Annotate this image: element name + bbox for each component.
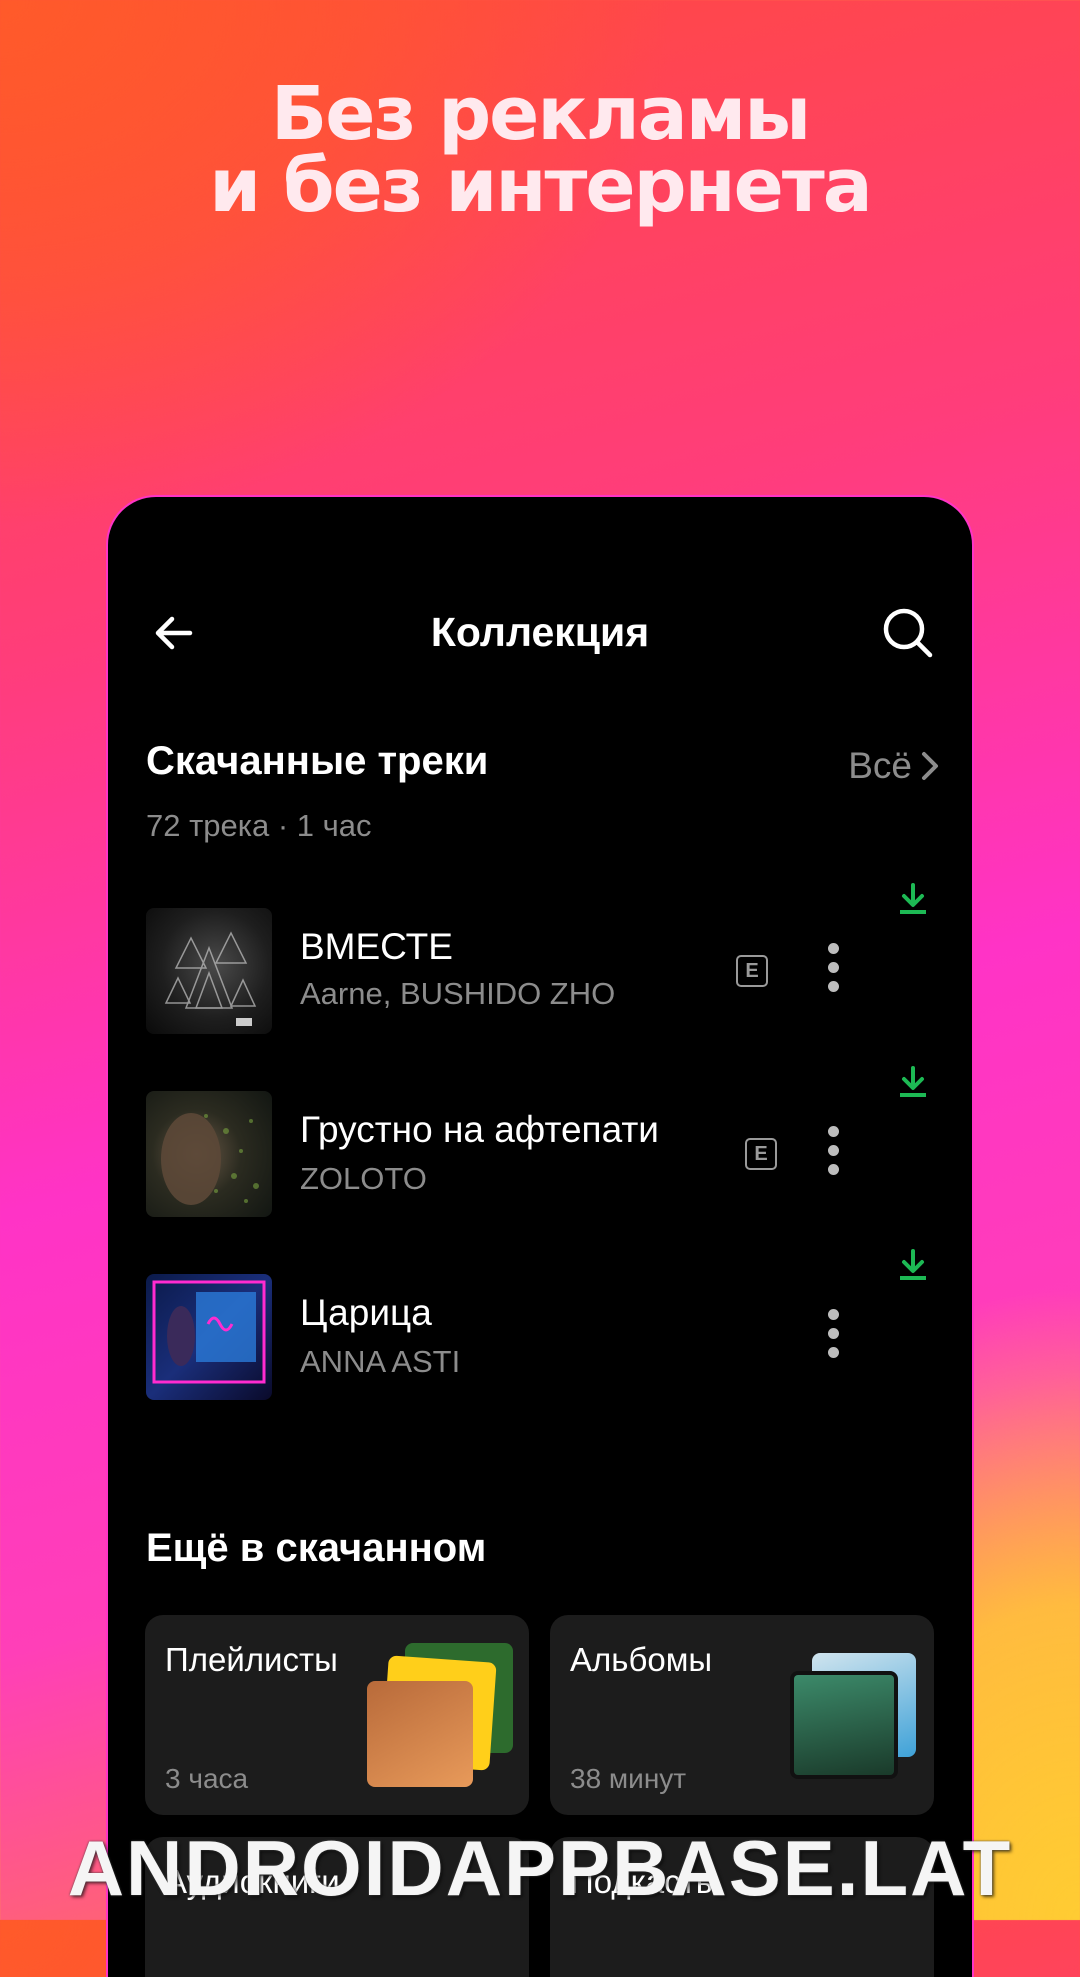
track-artist: ZOLOTO <box>300 1161 427 1196</box>
track-title: Царица <box>300 1292 432 1333</box>
card-title: Альбомы <box>570 1641 713 1678</box>
downloaded-icon <box>900 1066 926 1097</box>
promo-headline-line2: и без интернета <box>209 143 872 229</box>
see-all-label: Всё <box>848 745 912 786</box>
track-row[interactable]: Царица ANNA ASTI <box>146 1249 972 1402</box>
chevron-right-icon <box>922 752 938 780</box>
downloaded-section-title: Скачанные треки <box>146 739 489 783</box>
track-title: ВМЕСТЕ <box>300 926 453 967</box>
explicit-badge: E <box>736 955 768 987</box>
more-options-button[interactable] <box>826 1309 840 1365</box>
more-options-button[interactable] <box>826 943 840 999</box>
track-row[interactable]: Грустно на афтепати ZOLOTO E <box>146 1066 972 1219</box>
search-icon <box>883 608 933 658</box>
watermark: ANDROIDAPPBASE.LAT <box>67 1824 1013 1912</box>
track-row[interactable]: ВМЕСТЕ Aarne, BUSHIDO ZHO E <box>146 883 972 1036</box>
card-subtitle: 3 часа <box>165 1763 249 1794</box>
top-app-bar: Коллекция <box>108 597 972 667</box>
album-cover <box>146 1274 272 1400</box>
explicit-badge: E <box>745 1138 777 1170</box>
track-artist: ANNA ASTI <box>300 1344 461 1379</box>
downloaded-icon <box>900 883 926 914</box>
more-downloaded-title: Ещё в скачанном <box>146 1526 487 1570</box>
track-artist: Aarne, BUSHIDO ZHO <box>300 976 616 1011</box>
albums-card[interactable]: Альбомы 38 минут <box>550 1615 934 1815</box>
album-cover <box>146 1091 272 1217</box>
downloaded-icon <box>900 1249 926 1280</box>
playlists-card[interactable]: Плейлисты 3 часа <box>145 1615 529 1815</box>
track-title: Грустно на афтепати <box>300 1109 659 1150</box>
see-all-link[interactable]: Всё <box>848 745 942 787</box>
playlist-art <box>367 1681 473 1787</box>
album-cover <box>146 908 272 1034</box>
phone-screen: Коллекция Скачанные треки Всё 72 трека ·… <box>108 497 972 1977</box>
downloaded-summary: 72 трека · 1 час <box>146 808 372 843</box>
more-options-button[interactable] <box>826 1126 840 1182</box>
promo-headline-line1: Без рекламы <box>270 71 811 157</box>
card-title: Плейлисты <box>165 1641 338 1678</box>
promo-headline: Без рекламы и без интернета <box>0 71 1080 229</box>
card-subtitle: 38 минут <box>570 1763 687 1794</box>
search-button[interactable] <box>880 605 936 661</box>
screen-title: Коллекция <box>430 609 650 655</box>
album-art <box>790 1671 898 1779</box>
